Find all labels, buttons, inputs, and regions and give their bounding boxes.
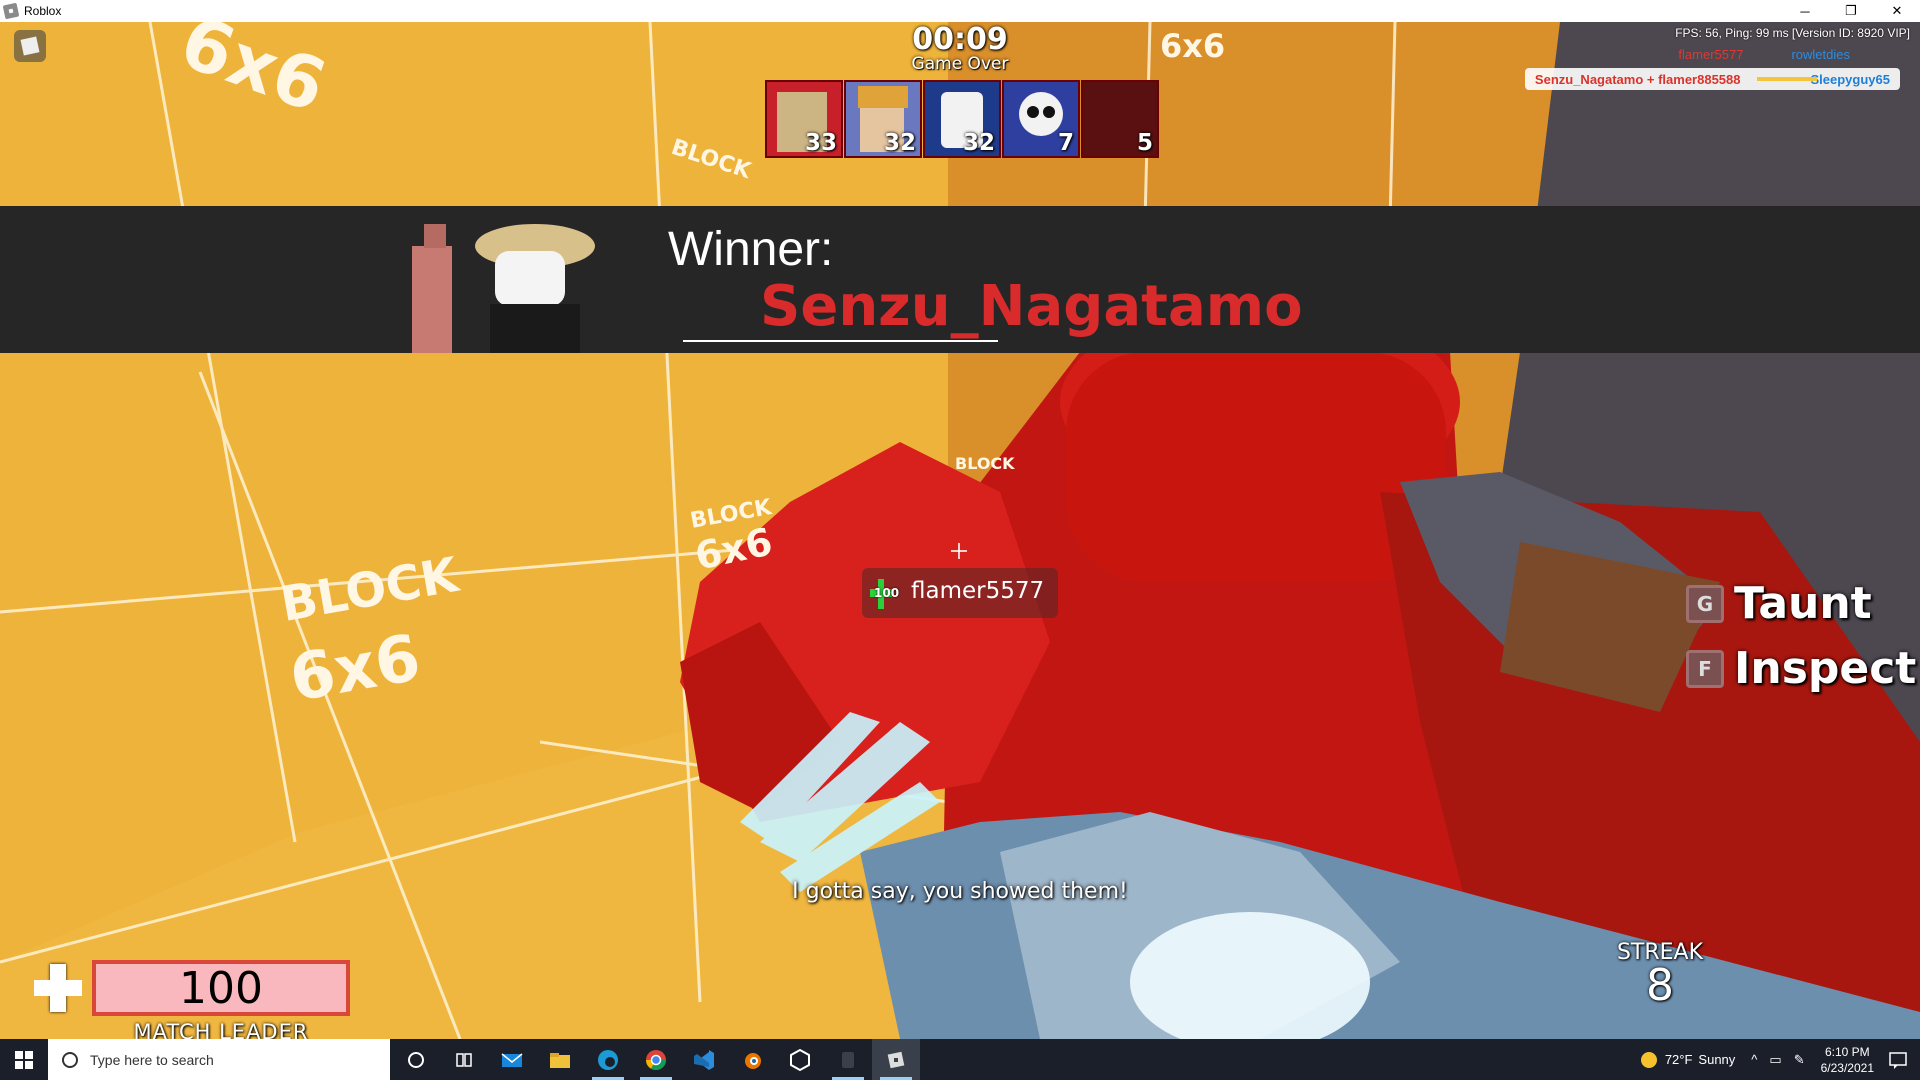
killfeed-entry-faded: flamer5577 rowletdies	[1678, 47, 1850, 62]
chrome-icon[interactable]	[632, 1039, 680, 1080]
windows-logo-icon	[15, 1050, 33, 1069]
blender-icon[interactable]	[728, 1039, 776, 1080]
unity-icon[interactable]	[776, 1039, 824, 1080]
pen-icon[interactable]: ✎	[1794, 1052, 1805, 1068]
leaderboard-score: 32	[883, 130, 916, 156]
minimize-button[interactable]: ─	[1782, 0, 1828, 22]
inspect-action[interactable]: F Inspect	[1686, 643, 1916, 694]
window-controls: ─ ❐ ✕	[1782, 0, 1920, 22]
crosshair-icon	[951, 543, 967, 559]
chevron-up-icon[interactable]: ^	[1751, 1052, 1757, 1067]
health-icon	[34, 964, 82, 1012]
killfeed-victim: Sleepyguy65	[1810, 71, 1891, 87]
sun-icon	[1640, 1051, 1657, 1068]
mail-icon[interactable]	[488, 1039, 536, 1080]
nametag-health: 100	[874, 586, 900, 600]
file-explorer-icon[interactable]	[536, 1039, 584, 1080]
match-timer: 00:09	[912, 22, 1008, 57]
game-viewport[interactable]: BLOCK 6x6 BLOCK 6x6 6x6 BLOCK 6x6 BLOCK …	[0, 22, 1920, 1039]
killfeed-victim: rowletdies	[1791, 47, 1850, 62]
winner-name: Senzu_Nagatamo	[760, 274, 1303, 339]
subtitle-text: I gotta say, you showed them!	[792, 879, 1128, 904]
inspect-label: Inspect	[1734, 643, 1917, 694]
leaderboard-score: 32	[962, 130, 995, 156]
leaderboard: 33 32 32 7 5	[765, 80, 1160, 158]
winner-label: Winner:	[668, 223, 834, 276]
nametag-player: flamer5577	[911, 578, 1045, 604]
killfeed-killer: Senzu_Nagatamo + flamer885588	[1534, 71, 1741, 87]
roblox-app-icon	[2, 2, 20, 20]
winner-banner: Winner: Senzu_Nagatamo	[0, 206, 1920, 353]
killfeed-killer: flamer5577	[1678, 47, 1744, 62]
taunt-action[interactable]: G Taunt	[1686, 578, 1872, 629]
health-value: 100	[179, 963, 263, 1014]
leaderboard-player-5: 5	[1081, 80, 1159, 158]
clock-time: 6:10 PM	[1824, 1044, 1870, 1059]
notification-icon[interactable]	[1888, 1050, 1908, 1070]
edge-icon[interactable]	[584, 1039, 632, 1080]
performance-stats: FPS: 56, Ping: 99 ms [Version ID: 8920 V…	[1675, 26, 1910, 40]
leaderboard-player-1: 33	[765, 80, 843, 158]
maximize-button[interactable]: ❐	[1828, 0, 1874, 22]
winner-avatar	[412, 224, 595, 353]
window-titlebar: Roblox ─ ❐ ✕	[0, 0, 1920, 23]
weather-text[interactable]: Sunny	[1698, 1052, 1735, 1067]
network-icon[interactable]: ▭	[1769, 1052, 1781, 1068]
task-view-icon[interactable]	[440, 1039, 488, 1080]
leaderboard-score: 5	[1136, 130, 1153, 156]
roblox-icon[interactable]	[872, 1039, 920, 1080]
weather-temp[interactable]: 72°F	[1665, 1052, 1693, 1067]
inspect-keycap: F	[1686, 649, 1724, 688]
taunt-label: Taunt	[1734, 578, 1872, 629]
leaderboard-player-3: 32	[923, 80, 1001, 158]
winner-underline	[683, 340, 998, 342]
leaderboard-player-4: 7	[1002, 80, 1080, 158]
match-leader-caption: MATCH LEADER	[133, 1020, 309, 1039]
vscode-icon[interactable]	[680, 1039, 728, 1080]
taunt-keycap: G	[1686, 584, 1724, 623]
leaderboard-score: 33	[804, 130, 837, 156]
app-icon[interactable]	[824, 1039, 872, 1080]
window-title: Roblox	[24, 4, 62, 18]
streak-value: 8	[1646, 960, 1674, 1011]
health-bar: 100	[92, 960, 350, 1016]
system-tray: 72°F Sunny ^ ▭ ✎ 6:10 PM 6/23/2021	[1639, 1039, 1920, 1080]
clock-date: 6/23/2021	[1820, 1060, 1874, 1075]
cortana-icon[interactable]	[392, 1039, 440, 1080]
killfeed-entry: Senzu_Nagatamo + flamer885588 Sleepyguy6…	[1524, 68, 1900, 90]
leaderboard-score: 7	[1057, 130, 1074, 156]
taskbar-clock[interactable]: 6:10 PM 6/23/2021	[1821, 1044, 1874, 1076]
close-button[interactable]: ✕	[1874, 0, 1920, 22]
wall-label-block-center: BLOCK	[955, 454, 1015, 473]
taskbar-search[interactable]: Type here to search	[48, 1039, 390, 1080]
weapon-icon	[1756, 77, 1817, 81]
player-nametag: 100 flamer5577	[862, 568, 1058, 618]
leaderboard-player-2: 32	[844, 80, 922, 158]
search-placeholder: Type here to search	[90, 1051, 214, 1068]
search-icon	[62, 1051, 78, 1068]
taskbar: Type here to search 72°F Sunny ^ ▭ ✎ 6:1…	[0, 1039, 1920, 1080]
start-button[interactable]	[0, 1039, 48, 1080]
